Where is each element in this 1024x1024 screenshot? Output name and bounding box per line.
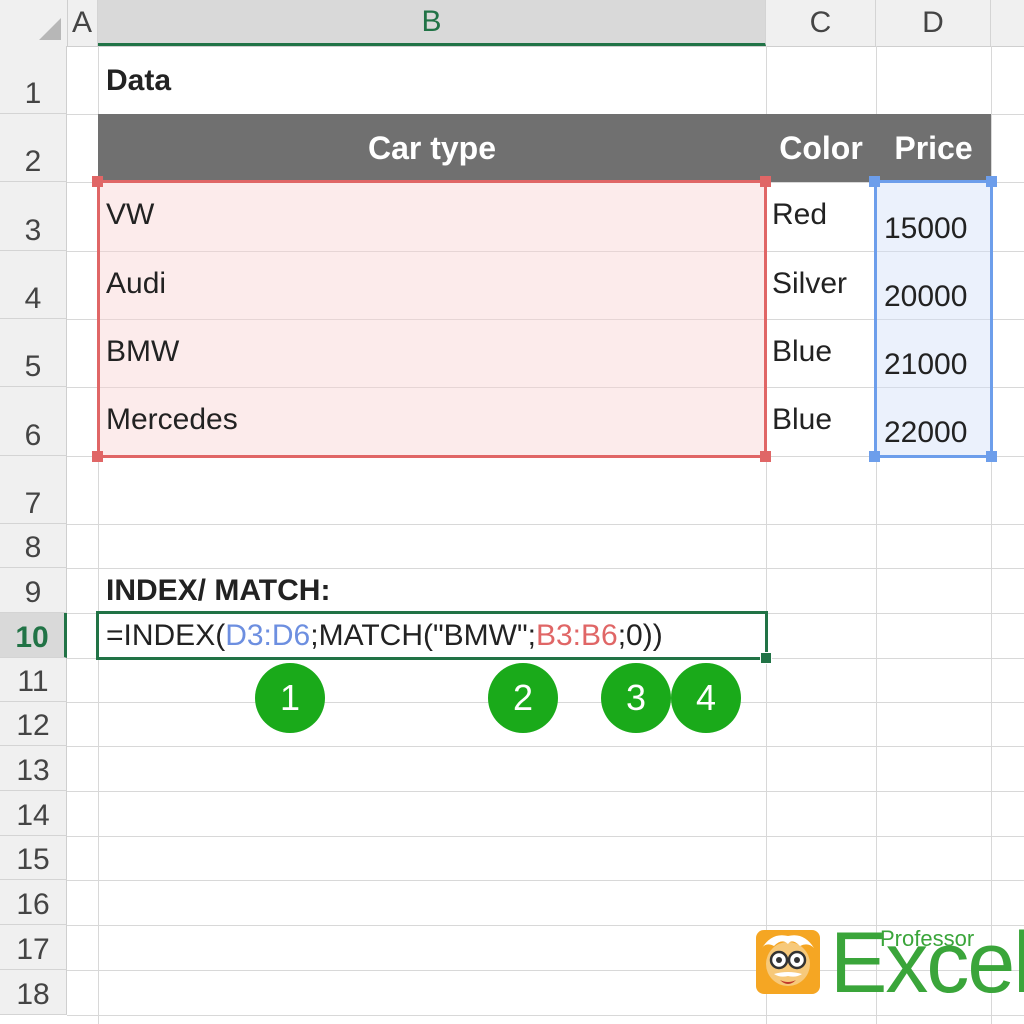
row-header-6[interactable]: 6 — [0, 387, 67, 456]
range-handle[interactable] — [92, 176, 103, 187]
callout-badge-4: 4 — [671, 663, 741, 733]
gridline — [67, 880, 1024, 881]
logo-excel-text: Excel — [830, 915, 1024, 1011]
range-handle[interactable] — [760, 451, 771, 462]
cell-b3[interactable]: VW — [106, 190, 154, 240]
gridline — [67, 746, 1024, 747]
row-header-12[interactable]: 12 — [0, 702, 67, 746]
row-header-17[interactable]: 17 — [0, 925, 67, 970]
row-header-14[interactable]: 14 — [0, 791, 67, 836]
cell-c4[interactable]: Silver — [772, 259, 847, 309]
cell-d4[interactable]: 20000 — [884, 272, 967, 322]
cell-b4[interactable]: Audi — [106, 259, 166, 309]
cell-d6[interactable]: 22000 — [884, 408, 967, 458]
row-header-18[interactable]: 18 — [0, 970, 67, 1015]
range-handle[interactable] — [986, 451, 997, 462]
formula-ref-b3-b6: B3:B6 — [535, 618, 618, 652]
cell-c5[interactable]: Blue — [772, 327, 832, 377]
row-header-15[interactable]: 15 — [0, 836, 67, 880]
column-header-d[interactable]: D — [876, 0, 991, 46]
callout-badge-2: 2 — [488, 663, 558, 733]
column-header-c[interactable]: C — [766, 0, 876, 46]
range-handle[interactable] — [869, 451, 880, 462]
column-header-b[interactable]: B — [98, 0, 766, 46]
formula-text[interactable]: =INDEX(D3:D6 ;MATCH("BMW"; B3:B6 ;0)) — [106, 613, 663, 658]
gridline — [67, 1015, 1024, 1016]
gridline — [67, 791, 1024, 792]
row-header-5[interactable]: 5 — [0, 319, 67, 387]
gridline — [67, 524, 1024, 525]
formula-match-part: ;MATCH("BMW"; — [310, 618, 536, 652]
select-all-corner[interactable] — [0, 0, 68, 46]
select-all-triangle-icon — [39, 18, 61, 40]
callout-badge-1: 1 — [255, 663, 325, 733]
table-header-car-type[interactable]: Car type — [98, 114, 766, 182]
formula-ref-d3-d6: D3:D6 — [225, 618, 311, 652]
cell-d3[interactable]: 15000 — [884, 204, 967, 254]
row-header-3[interactable]: 3 — [0, 182, 67, 251]
formula-end-part: ;0)) — [617, 618, 663, 652]
table-header-color[interactable]: Color — [766, 114, 876, 182]
row-header-7[interactable]: 7 — [0, 456, 67, 524]
row-header-4[interactable]: 4 — [0, 251, 67, 319]
row-header-1[interactable]: 1 — [0, 46, 67, 114]
range-handle[interactable] — [986, 176, 997, 187]
cell-c3[interactable]: Red — [772, 190, 827, 240]
range-handle[interactable] — [92, 451, 103, 462]
row-header-16[interactable]: 16 — [0, 880, 67, 925]
cell-b5[interactable]: BMW — [106, 327, 179, 377]
callout-badge-3: 3 — [601, 663, 671, 733]
row-header-13[interactable]: 13 — [0, 746, 67, 791]
row-header-9[interactable]: 9 — [0, 568, 67, 613]
fill-handle[interactable] — [760, 652, 772, 664]
row-header-2[interactable]: 2 — [0, 114, 67, 182]
row-header-8[interactable]: 8 — [0, 524, 67, 568]
row-header-10[interactable]: 10 — [0, 613, 67, 658]
cell-c6[interactable]: Blue — [772, 395, 832, 445]
spreadsheet: A B C D 1 2 3 4 5 6 7 8 9 10 11 12 13 14… — [0, 0, 1024, 1024]
column-header-a[interactable]: A — [67, 0, 98, 46]
cell-b1[interactable]: Data — [106, 56, 171, 106]
cell-b9[interactable]: INDEX/ MATCH: — [106, 568, 330, 614]
row-header-11[interactable]: 11 — [0, 658, 67, 702]
gridline — [67, 836, 1024, 837]
table-header-price[interactable]: Price — [876, 114, 991, 182]
formula-index-part: =INDEX( — [106, 618, 226, 652]
range-handle[interactable] — [760, 176, 771, 187]
cell-d5[interactable]: 21000 — [884, 340, 967, 390]
range-handle[interactable] — [869, 176, 880, 187]
professor-mascot-icon — [752, 926, 824, 998]
cell-b6[interactable]: Mercedes — [106, 395, 238, 445]
